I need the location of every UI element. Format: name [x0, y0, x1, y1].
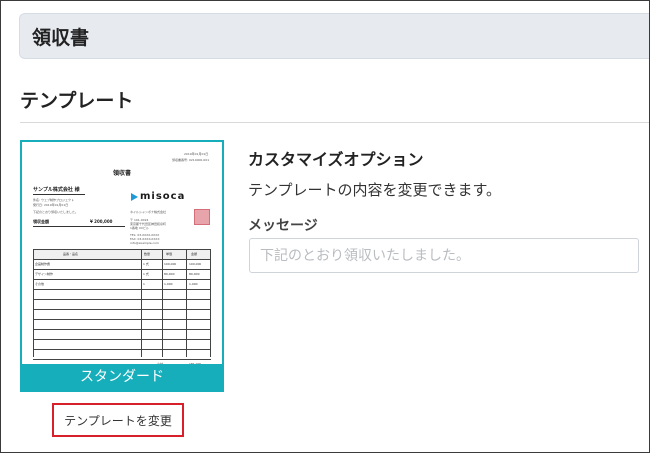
preview-table-row — [33, 300, 211, 310]
page-header: 領収書 — [19, 13, 649, 59]
preview-table-border — [186, 249, 187, 357]
preview-total-label: 領収金額 — [33, 219, 49, 224]
misoca-logo: misoca — [140, 191, 186, 202]
preview-company: ネイルシャンポナ株式会社 — [130, 210, 167, 214]
preview-table-row — [33, 330, 211, 340]
preview-table-row — [33, 320, 211, 330]
preview-td: 100,000 — [189, 262, 202, 266]
preview-email: info@example.com — [130, 241, 159, 245]
preview-table-border — [141, 249, 142, 357]
template-card[interactable]: 2019年01月01日 領収書番号: 0214000-001 領収書 サンプル株… — [20, 140, 224, 392]
preview-info: 件名: ウェブ制作プロジェクト — [33, 198, 74, 202]
preview-td: 100,000 — [164, 262, 177, 266]
company-seal-icon — [194, 209, 210, 225]
preview-number: 領収書番号: 0214000-001 — [172, 158, 210, 162]
preview-table-border — [162, 249, 163, 357]
preview-info: 発行日: 2019年01月01日 — [33, 203, 69, 207]
message-label: メッセージ — [248, 218, 318, 234]
preview-table-row — [33, 310, 211, 320]
preview-client: サンプル株式会社 様 — [33, 187, 80, 193]
section-title: テンプレート — [20, 90, 134, 112]
change-template-button[interactable]: テンプレートを変更 — [52, 403, 184, 437]
preview-table-row — [33, 340, 211, 350]
preview-td: 企画制作費 — [35, 262, 51, 266]
preview-table-row: その他 1 1,000 1,000 — [33, 280, 211, 290]
section-divider — [20, 122, 649, 123]
preview-td: 1 式 — [143, 272, 149, 276]
preview-table: 品番・品名 数量 単価 金額 企画制作費 1 式 100,000 100,000… — [33, 249, 211, 380]
template-name: スタンダード — [22, 364, 222, 390]
preview-info: 下記のとおり領収いたしました。 — [33, 210, 79, 214]
preview-title: 領収書 — [112, 170, 131, 177]
preview-td: デザイン制作 — [35, 272, 54, 276]
preview-td: 80,000 — [189, 272, 200, 276]
preview-client-line — [33, 194, 85, 195]
preview-date: 2019年01月01日 — [184, 152, 209, 156]
template-preview: 2019年01月01日 領収書番号: 0214000-001 領収書 サンプル株… — [22, 142, 222, 380]
preview-td: 1 — [143, 282, 145, 286]
preview-table-header: 品番・品名 数量 単価 金額 — [33, 249, 211, 260]
preview-total-value: ¥ 200,000 — [90, 219, 113, 224]
preview-table-row: デザイン制作 1 式 80,000 80,000 — [33, 270, 211, 280]
preview-th: 単価 — [166, 252, 173, 256]
preview-table-row — [33, 350, 211, 360]
preview-td: 80,000 — [164, 272, 175, 276]
misoca-logo-icon — [131, 193, 138, 201]
preview-address: 1番地 XXビル — [130, 226, 149, 230]
customize-options-description: テンプレートの内容を変更できます。 — [248, 181, 502, 199]
page-title: 領収書 — [32, 27, 90, 49]
preview-td: 1,000 — [189, 282, 198, 286]
preview-th: 品番・品名 — [63, 252, 79, 256]
preview-table-border — [210, 249, 211, 357]
message-input[interactable] — [249, 238, 639, 273]
preview-table-border — [33, 249, 34, 357]
preview-td: その他 — [35, 282, 45, 286]
preview-th: 金額 — [191, 252, 198, 256]
app-window: 領収書 テンプレート 2019年01月01日 領収書番号: 0214000-00… — [0, 0, 650, 453]
preview-td: 1 式 — [143, 262, 149, 266]
preview-total-line — [33, 226, 125, 227]
preview-table-row — [33, 290, 211, 300]
preview-table-row: 企画制作費 1 式 100,000 100,000 — [33, 260, 211, 270]
preview-td: 1,000 — [164, 282, 173, 286]
preview-th: 数量 — [144, 252, 151, 256]
customize-options-title: カスタマイズオプション — [248, 150, 424, 169]
